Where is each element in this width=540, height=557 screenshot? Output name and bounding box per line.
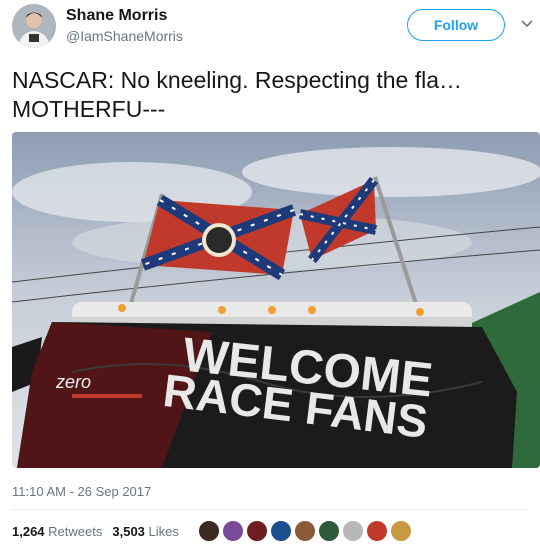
tweet-photo[interactable]: WELCOME RACE FANS zero	[12, 132, 540, 468]
retweets-count: 1,264	[12, 524, 45, 539]
chevron-down-icon[interactable]	[520, 17, 534, 31]
likes-label: Likes	[148, 524, 179, 539]
follow-button[interactable]: Follow	[407, 9, 505, 41]
liker-avatar-4[interactable]	[270, 520, 292, 542]
liker-avatar-8[interactable]	[366, 520, 388, 542]
banner-sign-text: zero	[55, 372, 91, 392]
retweets-label: Retweets	[48, 524, 103, 539]
liker-avatars	[198, 520, 412, 542]
user-handle[interactable]: @IamShaneMorris	[66, 28, 183, 44]
retweets-stat[interactable]: 1,264 Retweets	[12, 524, 102, 539]
liker-avatar-1[interactable]	[198, 520, 220, 542]
liker-avatar-3[interactable]	[246, 520, 268, 542]
liker-avatar-5[interactable]	[294, 520, 316, 542]
flag-1	[140, 194, 297, 281]
likes-stat[interactable]: 3,503 Likes	[112, 524, 179, 539]
likes-count: 3,503	[112, 524, 145, 539]
tweet-stats: 1,264 Retweets 3,503 Likes	[12, 524, 179, 539]
user-name[interactable]: Shane Morris	[66, 7, 167, 25]
liker-avatar-2[interactable]	[222, 520, 244, 542]
liker-avatar-7[interactable]	[342, 520, 364, 542]
avatar[interactable]	[12, 4, 56, 48]
liker-avatar-9[interactable]	[390, 520, 412, 542]
liker-avatar-6[interactable]	[318, 520, 340, 542]
tweet-text: NASCAR: No kneeling. Respecting the fla……	[12, 67, 462, 122]
tweet-timestamp[interactable]: 11:10 AM - 26 Sep 2017	[12, 484, 151, 499]
divider	[12, 509, 528, 510]
